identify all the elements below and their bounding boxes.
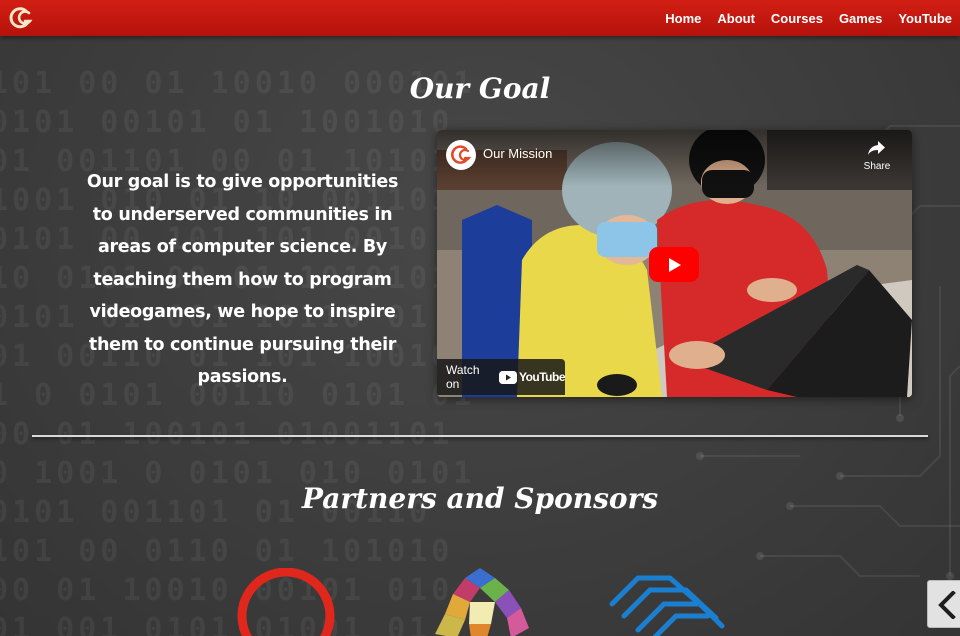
partners-title: Partners and Sponsors: [301, 482, 659, 515]
nav-link-courses[interactable]: Courses: [763, 11, 831, 26]
video-title[interactable]: Our Mission: [483, 146, 552, 161]
video-embed[interactable]: Our Mission Share Watch on YouTube: [437, 130, 912, 397]
gc-logo-icon: [451, 145, 472, 164]
youtube-wordmark: YouTube: [518, 370, 566, 384]
watch-on-youtube-button[interactable]: Watch on YouTube: [437, 359, 566, 395]
play-button[interactable]: [649, 247, 699, 282]
hands-icon: [609, 575, 725, 636]
red-ring-icon: [237, 567, 335, 636]
section-divider: [32, 435, 928, 437]
partner-logo-blue-hands[interactable]: [608, 568, 726, 636]
partner-logo-red-ring[interactable]: [233, 567, 339, 636]
binary-row: 0101 00101 01 1001010: [0, 105, 454, 140]
share-icon: [868, 141, 885, 155]
nav-links: Home About Courses Games YouTube: [657, 11, 952, 26]
site-logo[interactable]: [8, 5, 34, 31]
side-drawer-toggle[interactable]: [927, 580, 960, 628]
share-button[interactable]: Share: [862, 140, 892, 172]
binary-row: 101 00 0110 01 101010: [0, 534, 454, 569]
binary-row: 00 01 10010 00101 010: [0, 573, 454, 608]
goal-title: Our Goal: [409, 72, 551, 105]
binary-row: 01 001 0101 01001 01: [0, 612, 432, 636]
chevron-left-icon: [938, 591, 956, 619]
channel-avatar[interactable]: [446, 140, 476, 170]
colorful-hexagon-icon: [435, 568, 529, 636]
youtube-logo-icon: YouTube: [498, 370, 566, 384]
share-label: Share: [863, 161, 891, 172]
nav-link-home[interactable]: Home: [657, 11, 709, 26]
nav-link-about[interactable]: About: [709, 11, 763, 26]
gc-logo-icon: [9, 7, 33, 29]
goal-description: Our goal is to give opportunities to und…: [86, 172, 399, 387]
watch-on-label: Watch on: [446, 363, 480, 391]
play-icon: [669, 257, 681, 272]
navbar: Home About Courses Games YouTube: [0, 0, 960, 36]
partner-logo-colorful[interactable]: [425, 568, 535, 636]
nav-link-games[interactable]: Games: [831, 11, 890, 26]
nav-link-youtube[interactable]: YouTube: [890, 11, 952, 26]
